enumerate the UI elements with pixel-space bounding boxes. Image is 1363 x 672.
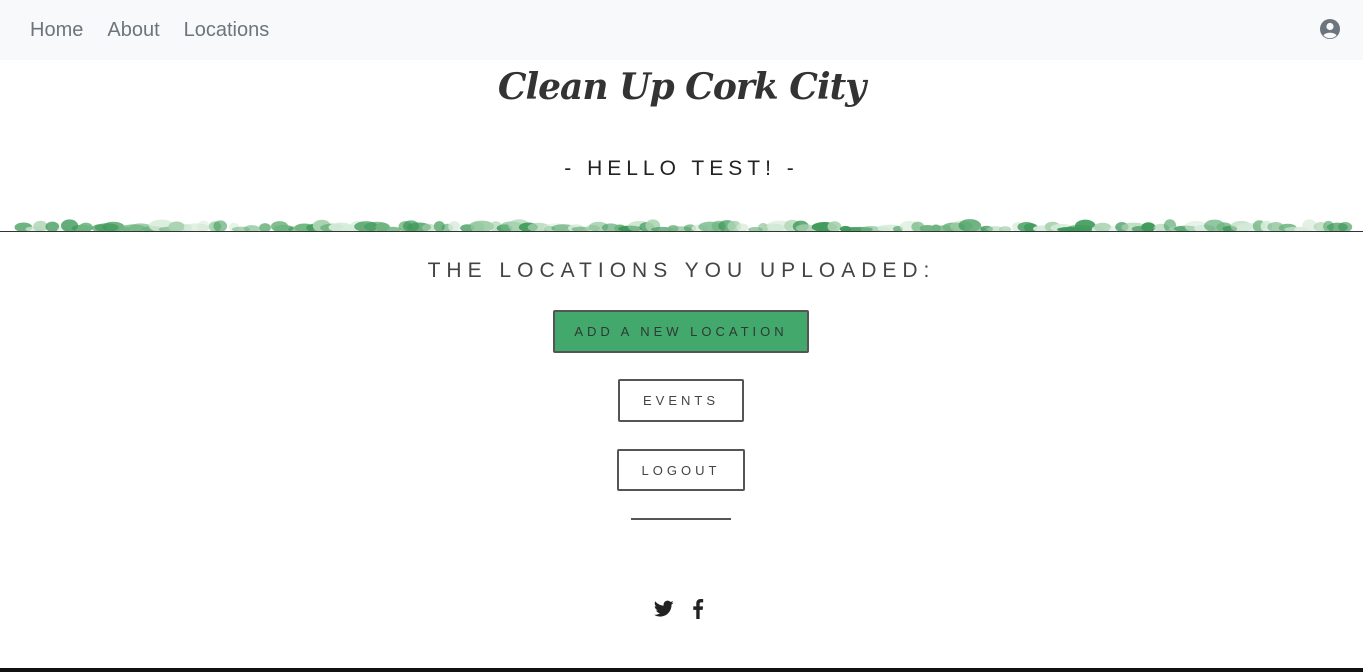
navbar: Home About Locations [0,0,1363,60]
header-divider [0,231,1363,232]
events-button[interactable]: EVENTS [618,379,744,422]
nav-link-locations[interactable]: Locations [184,19,270,42]
leaf-garland-decoration [14,219,1353,232]
logout-button[interactable]: LOGOUT [617,449,745,491]
locations-heading: THE LOCATIONS YOU UPLOADED: [427,259,936,282]
facebook-icon[interactable] [692,599,704,619]
nav-link-about[interactable]: About [107,19,159,42]
site-title: Clean Up Cork City [497,66,866,108]
greeting-text: - HELLO TEST! - [564,157,799,180]
twitter-icon[interactable] [654,600,674,618]
social-links [654,598,704,620]
footer-bar [0,668,1363,672]
section-rule [631,518,731,520]
user-circle-icon[interactable] [1319,18,1341,40]
nav-links: Home About Locations [30,0,293,60]
nav-link-home[interactable]: Home [30,19,83,42]
add-location-button[interactable]: ADD A NEW LOCATION [553,310,809,353]
